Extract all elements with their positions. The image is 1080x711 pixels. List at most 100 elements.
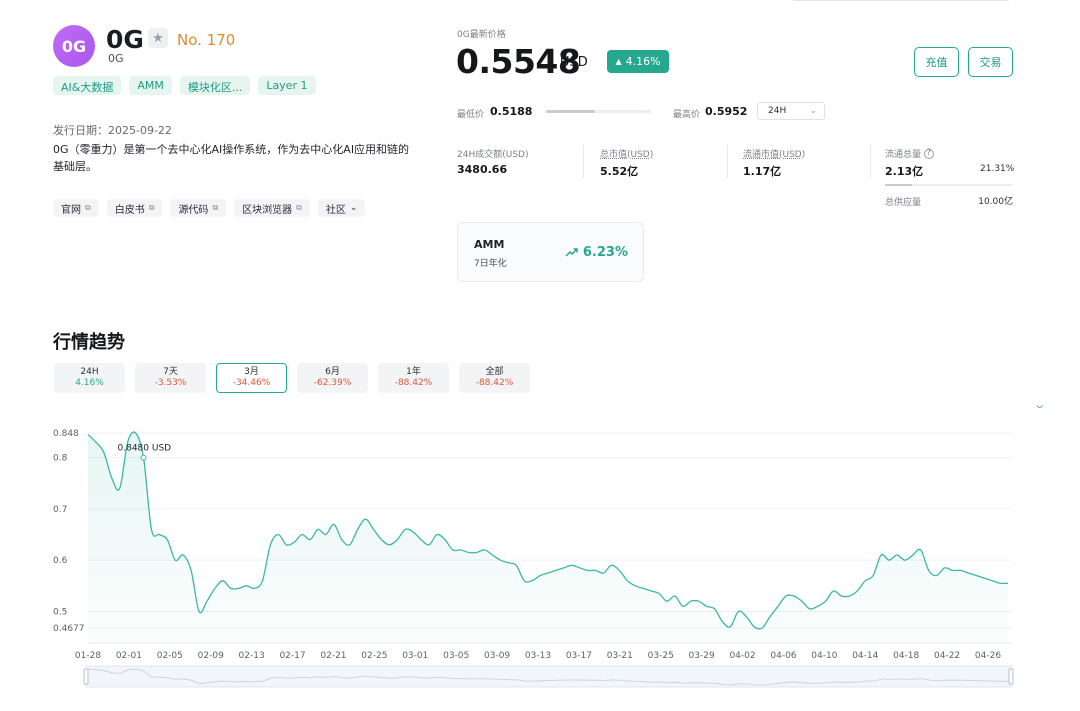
volume-value: 3480.66 (457, 163, 508, 176)
navigator-handle-left[interactable] (83, 668, 89, 685)
chevron-down-icon: ⌄ (809, 106, 817, 116)
external-link-icon: ⧉ (212, 203, 219, 212)
amm-card[interactable]: AMM 7日年化 6.23% (457, 222, 644, 282)
circ-supply-percent: 21.31% (980, 164, 1015, 174)
market-cap-value: 5.52亿 (600, 165, 639, 178)
tag-ai-bigdata[interactable]: AI&大数据 (53, 76, 122, 95)
tag-amm[interactable]: AMM (129, 76, 172, 95)
whitepaper-link-label: 白皮书 (114, 204, 145, 216)
stat-divider (727, 145, 728, 178)
period-change: -34.46% (232, 378, 271, 388)
low-price-label: 最低价 (457, 110, 485, 120)
price-change-value: 4.16% (625, 55, 661, 68)
x-tick-label: 04-26 (975, 651, 1001, 661)
x-tick-label: 02-01 (116, 651, 142, 661)
y-tick-label: 0.848 (53, 429, 79, 439)
stat-divider (583, 145, 584, 178)
logo-text: 0G (61, 36, 87, 56)
navigator-handle-right[interactable] (1008, 668, 1014, 685)
star-icon[interactable]: ★ (148, 28, 168, 48)
deposit-button[interactable]: 充值 (914, 47, 959, 77)
range-navigator[interactable] (83, 665, 1014, 688)
tag-modular[interactable]: 模块化区... (179, 76, 251, 95)
period-tab-7d[interactable]: 7天 -3.53% (135, 363, 206, 393)
community-dropdown-label: 社区 (325, 204, 346, 216)
period-name: 3月 (244, 367, 259, 377)
tag-list: AI&大数据 AMM 模块化区... Layer 1 (53, 76, 316, 95)
period-change: 4.16% (75, 378, 104, 388)
price-area (88, 432, 1008, 643)
whitepaper-link[interactable]: 白皮书 ⧉ (106, 199, 163, 217)
arrow-up-icon: ▲ (615, 57, 622, 66)
low-price: 0.5188 (490, 105, 533, 118)
top-partial-control[interactable] (790, 0, 1012, 1)
x-tick-label: 02-09 (198, 651, 224, 661)
circ-supply-label-wrap: 流通总量? (885, 147, 935, 160)
high-price-label: 最高价 (673, 110, 701, 120)
market-cap-label[interactable]: 总市值(USD) (600, 147, 653, 160)
explorer-link[interactable]: 区块浏览器 ⧉ (234, 199, 310, 217)
price-range-bar (546, 110, 651, 113)
chevron-down-icon: ⌄ (349, 203, 358, 213)
x-tick-label: 03-17 (566, 651, 592, 661)
y-tick-label: 0.5 (53, 607, 67, 617)
y-tick-label: 0.7 (53, 505, 67, 515)
navigator-track[interactable] (85, 665, 1013, 688)
y-tick-label: 0.8 (53, 454, 68, 464)
circ-supply-value: 2.13亿 (885, 165, 924, 178)
x-tick-label: 04-18 (893, 651, 919, 661)
issue-date: 发行日期：2025-09-22 (53, 124, 172, 137)
x-tick-label: 03-09 (484, 651, 510, 661)
x-tick-label: 03-21 (607, 651, 633, 661)
price-trend-chart[interactable]: 0.848 0.8 0.7 0.6 0.5 0.4677 01-28 02-01 02-05 0… (0, 405, 1080, 711)
amm-rate: 6.23% (565, 245, 628, 260)
period-tab-3m[interactable]: 3月 -34.46% (216, 363, 287, 393)
x-tick-label: 03-29 (689, 651, 715, 661)
explorer-link-label: 区块浏览器 (242, 204, 293, 216)
x-tick-label: 03-25 (648, 651, 674, 661)
coin-description: 0G（零重力）是第一个去中心化AI操作系统，作为去中心化AI应用和链的基础层。 (53, 143, 410, 173)
max-point-marker (140, 454, 147, 461)
tag-layer1[interactable]: Layer 1 (258, 76, 316, 95)
amm-rate-value: 6.23% (582, 245, 628, 260)
price-change-badge: ▲ 4.16% (607, 50, 669, 73)
coin-logo: 0G (53, 25, 95, 67)
circ-market-cap-label[interactable]: 流通市值(USD) (743, 147, 805, 160)
x-tick-label: 02-17 (279, 651, 305, 661)
period-name: 7天 (163, 367, 178, 377)
price-label: 0G最新价格 (457, 30, 506, 40)
x-tick-label: 04-22 (934, 651, 960, 661)
price-range-fill (546, 110, 596, 113)
period-change: -3.53% (154, 378, 187, 388)
period-tab-1y[interactable]: 1年 -88.42% (378, 363, 449, 393)
x-tick-label: 02-25 (361, 651, 387, 661)
x-tick-label: 02-13 (239, 651, 265, 661)
website-link[interactable]: 官网 ⧉ (53, 199, 99, 217)
period-select[interactable]: 24H ⌄ (757, 102, 825, 120)
period-tab-6m[interactable]: 6月 -62.39% (297, 363, 368, 393)
coin-rank: No. 170 (177, 31, 236, 49)
amm-title: AMM (474, 238, 505, 251)
period-tab-all[interactable]: 全部 -88.42% (459, 363, 530, 393)
external-link-icon: ⧉ (85, 203, 91, 212)
community-dropdown[interactable]: 社区 ⌄ (317, 199, 366, 217)
total-supply-value: 10.00亿 (978, 197, 1013, 207)
trend-up-icon (565, 247, 578, 257)
stat-divider (870, 145, 871, 178)
period-name: 全部 (485, 367, 504, 377)
period-change: -88.42% (475, 378, 514, 388)
x-tick-label: 04-06 (770, 651, 796, 661)
coin-name: 0G (106, 25, 144, 54)
coin-symbol: 0G (108, 52, 124, 65)
trade-button[interactable]: 交易 (968, 47, 1013, 77)
source-code-link[interactable]: 源代码 ⧉ (170, 199, 227, 217)
x-tick-label: 04-10 (811, 651, 837, 661)
period-tab-24h[interactable]: 24H 4.16% (54, 363, 125, 393)
high-price: 0.5952 (705, 105, 748, 118)
period-tabs: 24H 4.16% 7天 -3.53% 3月 -34.46% 6月 -62.39% 1年… (54, 363, 530, 393)
period-change: -88.42% (394, 378, 433, 388)
info-icon[interactable]: ? (924, 148, 935, 159)
y-tick-label: 0.6 (53, 556, 68, 566)
x-tick-label: 04-14 (852, 651, 878, 661)
trend-title: 行情趋势 (53, 332, 125, 353)
